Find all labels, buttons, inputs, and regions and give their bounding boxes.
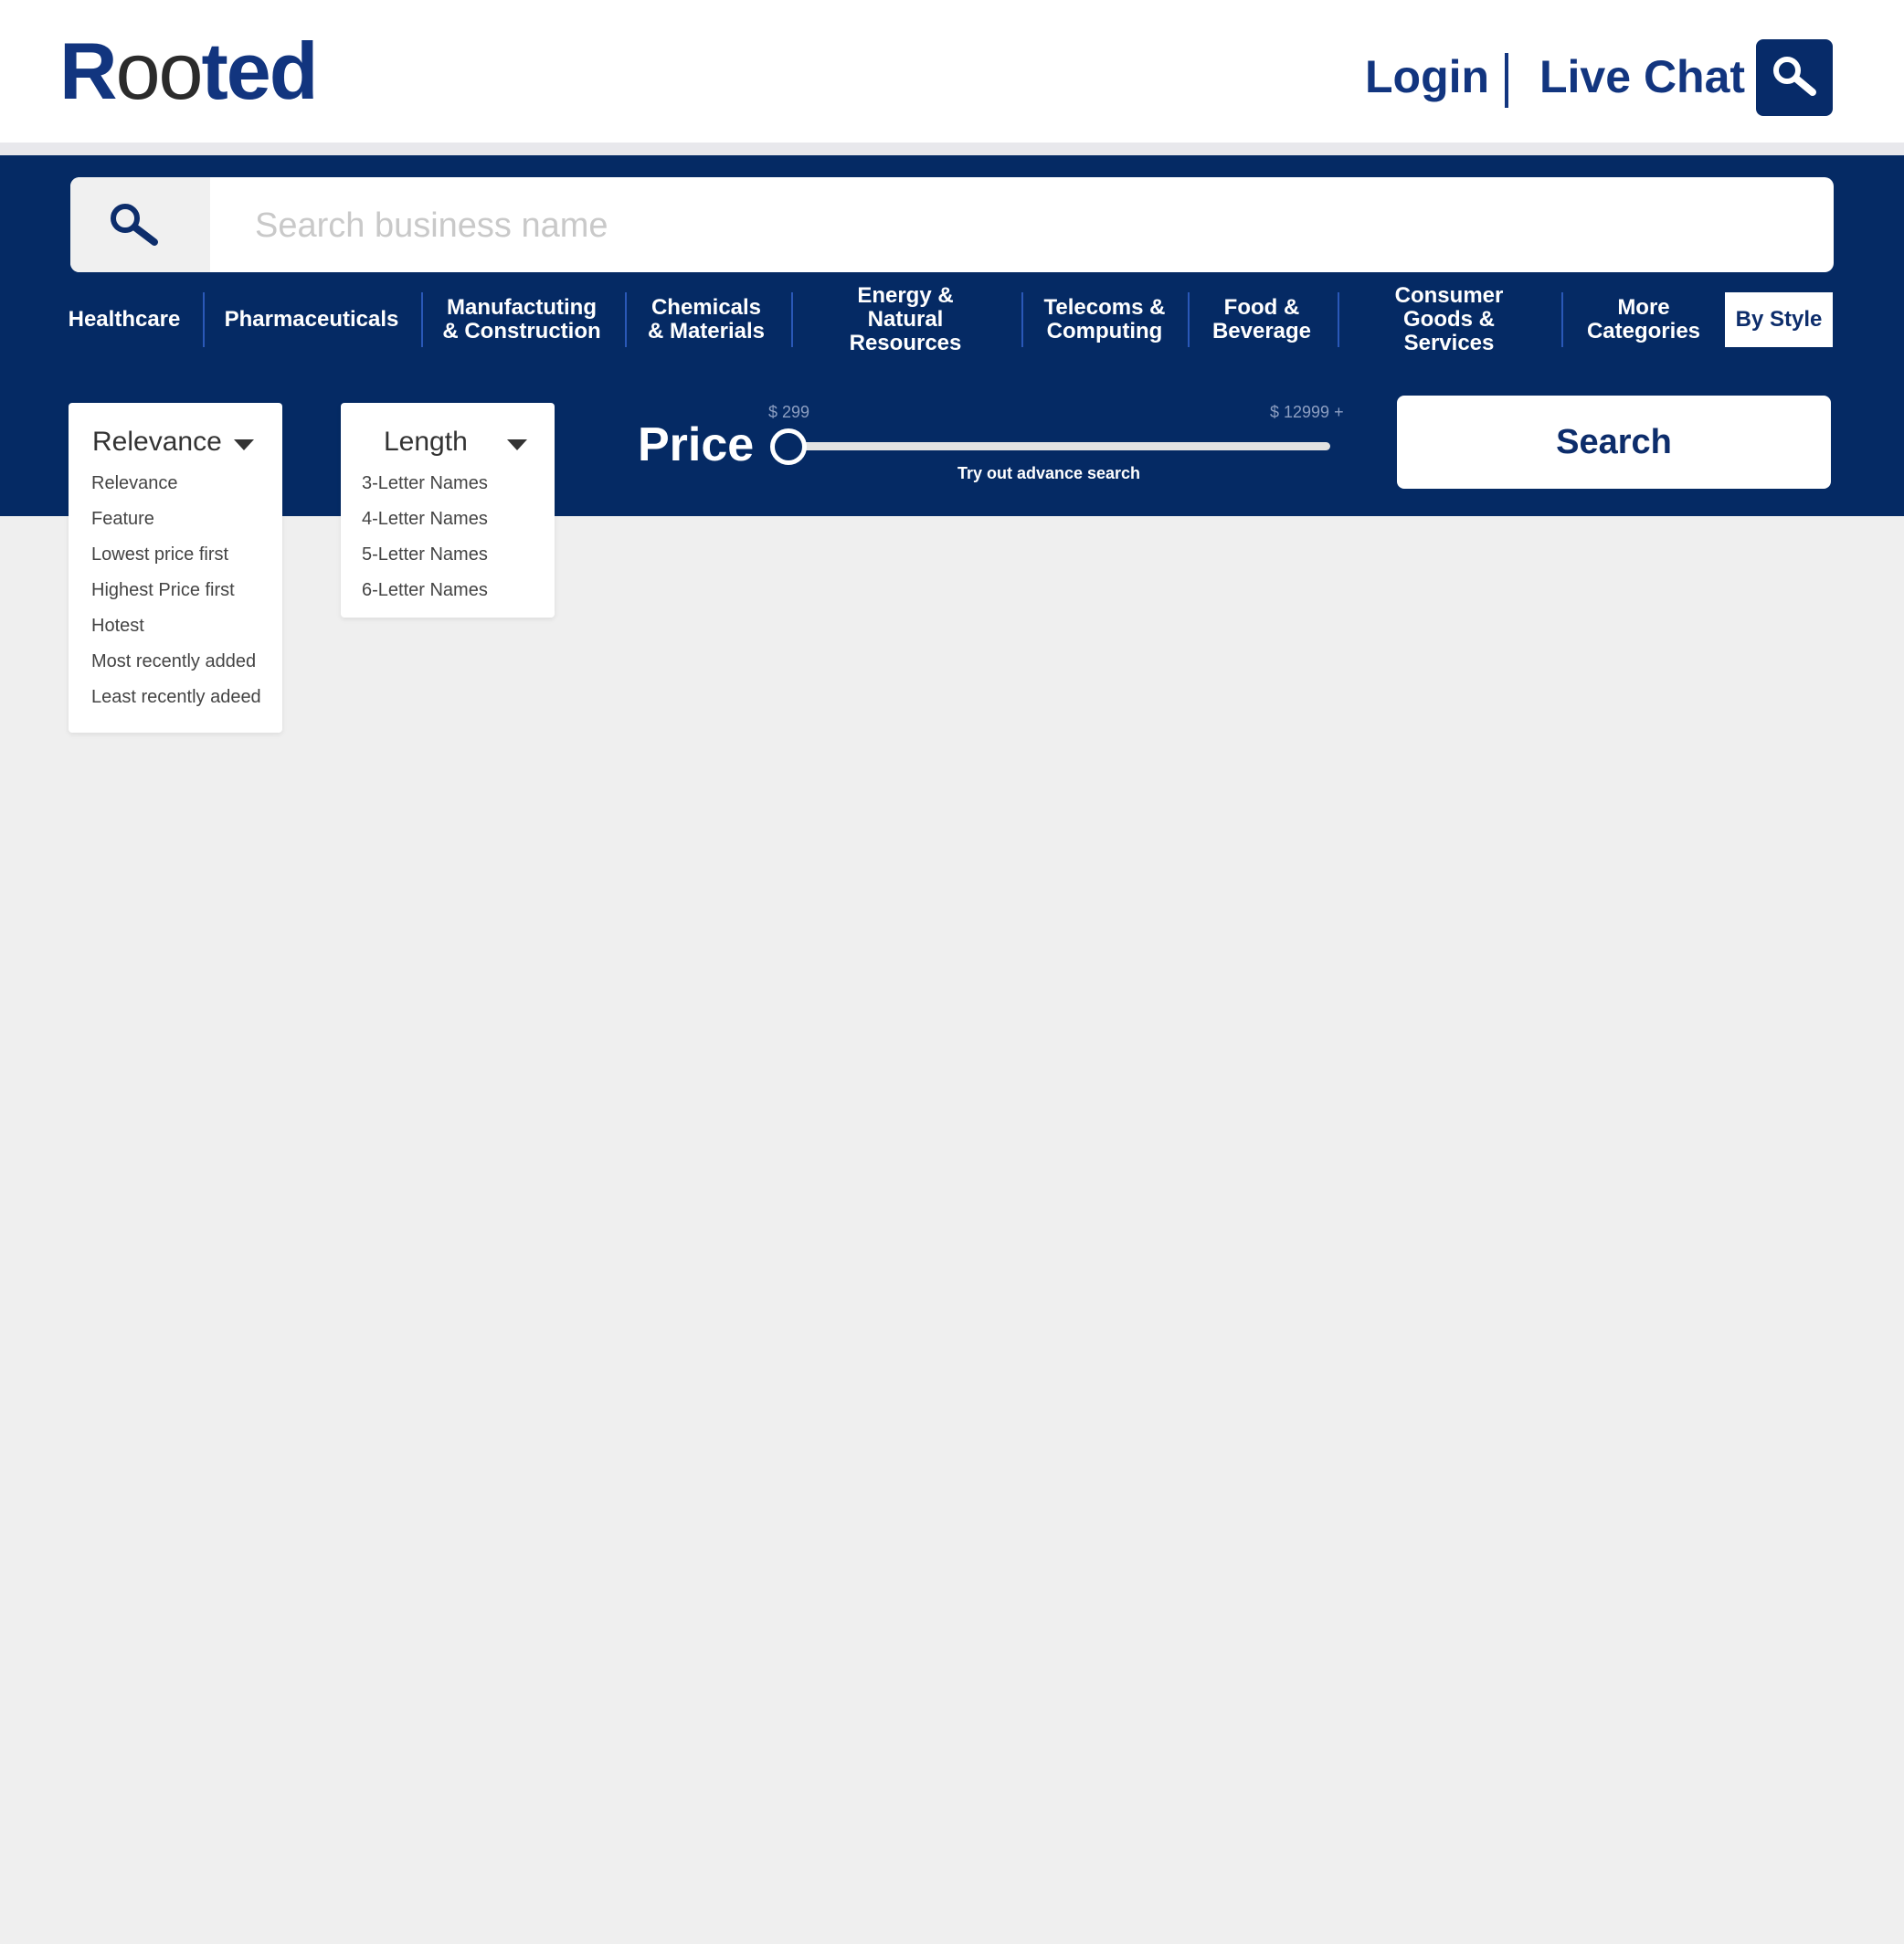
category-divider — [791, 292, 793, 347]
length-option[interactable]: 6-Letter Names — [362, 578, 488, 602]
site-header: Rooted Login Live Chat — [0, 0, 1904, 143]
advance-search-link[interactable]: Try out advance search — [914, 464, 1184, 483]
length-option[interactable]: 5-Letter Names — [362, 543, 488, 566]
search-icon — [111, 204, 158, 246]
category-label: Pharmaceuticals — [224, 307, 399, 332]
price-label: Price — [638, 418, 755, 471]
search-input[interactable] — [253, 177, 1810, 272]
logo[interactable]: Rooted — [59, 26, 318, 117]
category-label: More Categories — [1586, 295, 1701, 343]
logo-text-oo: oo — [115, 26, 204, 116]
category-label: Chemicals & Materials — [647, 295, 766, 343]
logo-text-ted: ted — [201, 26, 318, 116]
sort-option[interactable]: Hotest — [91, 614, 144, 638]
category-food-beverage[interactable]: Food & Beverage — [1208, 292, 1316, 347]
login-link[interactable]: Login — [1365, 48, 1489, 106]
category-label: Food & Beverage — [1211, 295, 1312, 343]
sort-dropdown: Relevance Relevance Feature Lowest price… — [69, 403, 282, 733]
length-dropdown: Length 3-Letter Names 4-Letter Names 5-L… — [341, 403, 555, 618]
header-divider-strip — [0, 143, 1904, 155]
category-divider — [1188, 292, 1190, 347]
sort-option[interactable]: Relevance — [91, 471, 178, 495]
chevron-down-icon — [507, 439, 527, 450]
price-min-label: $ 299 — [768, 403, 810, 421]
category-pharmaceuticals[interactable]: Pharmaceuticals — [224, 292, 399, 347]
category-healthcare[interactable]: Healthcare — [65, 292, 184, 347]
sort-dropdown-toggle[interactable]: Relevance — [69, 419, 282, 465]
chevron-down-icon — [234, 439, 254, 450]
price-max-label: $ 12999 + — [1270, 403, 1344, 421]
sort-option[interactable]: Feature — [91, 507, 154, 531]
search-button[interactable]: Search — [1397, 396, 1831, 489]
category-divider — [1561, 292, 1563, 347]
category-more[interactable]: More Categories — [1581, 292, 1707, 347]
category-manufacturing[interactable]: Manufactuting & Construction — [442, 292, 601, 347]
header-search-button[interactable] — [1756, 39, 1833, 116]
length-option[interactable]: 4-Letter Names — [362, 507, 488, 531]
category-divider — [203, 292, 205, 347]
category-energy[interactable]: Energy & Natural Resources — [811, 284, 1000, 355]
sort-selected-value: Relevance — [92, 427, 222, 457]
category-label: Consumer Goods & Services — [1394, 283, 1504, 355]
category-label: Energy & Natural Resources — [849, 283, 962, 355]
business-search-box — [70, 177, 1834, 272]
length-dropdown-toggle[interactable]: Length — [341, 419, 555, 465]
price-slider-handle[interactable] — [770, 428, 807, 465]
category-telecoms[interactable]: Telecoms & Computing — [1042, 292, 1168, 347]
category-label: By Style — [1735, 307, 1823, 332]
search-icon — [1773, 57, 1816, 96]
length-selected-value: Length — [384, 427, 468, 457]
tab-by-style[interactable]: By Style — [1725, 292, 1833, 347]
length-option[interactable]: 3-Letter Names — [362, 471, 488, 495]
category-consumer-goods[interactable]: Consumer Goods & Services — [1358, 284, 1540, 355]
sort-option[interactable]: Least recently adeed — [91, 685, 261, 709]
category-divider — [1021, 292, 1023, 347]
sort-option[interactable]: Lowest price first — [91, 543, 228, 566]
category-label: Healthcare — [68, 307, 181, 332]
live-chat-link[interactable]: Live Chat — [1539, 48, 1745, 106]
sort-option[interactable]: Most recently added — [91, 650, 256, 673]
category-label: Manufactuting & Construction — [442, 295, 601, 343]
category-label: Telecoms & Computing — [1043, 295, 1166, 343]
price-slider-track[interactable] — [788, 442, 1330, 450]
category-divider — [1338, 292, 1339, 347]
sort-option[interactable]: Highest Price first — [91, 578, 235, 602]
header-separator — [1505, 53, 1508, 108]
category-chemicals[interactable]: Chemicals & Materials — [645, 292, 767, 347]
category-divider — [421, 292, 423, 347]
search-icon-cell[interactable] — [70, 177, 210, 272]
category-divider — [625, 292, 627, 347]
logo-text-r: R — [59, 26, 118, 116]
